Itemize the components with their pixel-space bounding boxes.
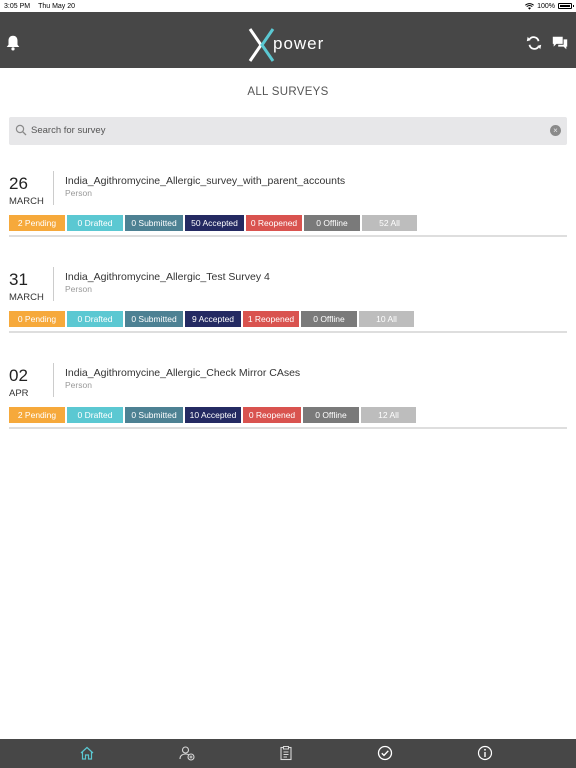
info-icon[interactable]	[477, 745, 493, 761]
pending-chip[interactable]: 0 Pending	[9, 311, 65, 327]
logo-text: power	[273, 34, 325, 53]
survey-day: 26	[9, 174, 28, 193]
clipboard-icon[interactable]	[278, 745, 294, 761]
drafted-chip[interactable]: 0 Drafted	[67, 407, 123, 423]
survey-type: Person	[65, 188, 92, 198]
survey-status-chips: 2 Pending 0 Drafted 0 Submitted 10 Accep…	[9, 407, 416, 423]
submitted-chip[interactable]: 0 Submitted	[125, 311, 183, 327]
drafted-chip[interactable]: 0 Drafted	[67, 215, 123, 231]
accepted-chip[interactable]: 10 Accepted	[185, 407, 241, 423]
search-icon	[15, 124, 27, 136]
all-chip[interactable]: 10 All	[359, 311, 414, 327]
sync-icon[interactable]	[525, 34, 543, 52]
survey-item[interactable]: 02 APR India_Agithromycine_Allergic_Chec…	[9, 349, 567, 429]
survey-day: 02	[9, 366, 28, 385]
bottom-tab-bar	[0, 739, 576, 768]
wifi-icon	[525, 2, 535, 10]
survey-month: MARCH	[9, 196, 44, 207]
survey-name[interactable]: India_Agithromycine_Allergic_survey_with…	[65, 175, 345, 187]
home-icon[interactable]	[79, 745, 95, 761]
battery-percent: 100%	[537, 2, 555, 10]
survey-status-chips: 2 Pending 0 Drafted 0 Submitted 50 Accep…	[9, 215, 417, 231]
reopened-chip[interactable]: 0 Reopened	[246, 215, 302, 231]
search-input[interactable]: Search for survey	[31, 125, 105, 136]
offline-chip[interactable]: 0 Offline	[301, 311, 357, 327]
accepted-chip[interactable]: 50 Accepted	[185, 215, 244, 231]
offline-chip[interactable]: 0 Offline	[303, 407, 359, 423]
survey-item[interactable]: 26 MARCH India_Agithromycine_Allergic_su…	[9, 157, 567, 237]
user-add-icon[interactable]	[179, 745, 195, 761]
survey-day: 31	[9, 270, 28, 289]
survey-type: Person	[65, 380, 92, 390]
survey-month: MARCH	[9, 292, 44, 303]
pending-chip[interactable]: 2 Pending	[9, 407, 65, 423]
pending-chip[interactable]: 2 Pending	[9, 215, 65, 231]
battery-icon	[558, 3, 574, 9]
bell-icon[interactable]	[4, 34, 22, 52]
submitted-chip[interactable]: 0 Submitted	[125, 407, 183, 423]
nav-bar: power	[0, 12, 576, 68]
survey-name[interactable]: India_Agithromycine_Allergic_Test Survey…	[65, 271, 270, 283]
all-chip[interactable]: 12 All	[361, 407, 416, 423]
chat-icon[interactable]	[551, 34, 569, 52]
survey-divider	[53, 267, 54, 301]
search-bar[interactable]: Search for survey ×	[9, 117, 567, 145]
status-date: Thu May 20	[38, 2, 76, 10]
survey-divider	[53, 363, 54, 397]
check-circle-icon[interactable]	[377, 745, 393, 761]
accepted-chip[interactable]: 9 Accepted	[185, 311, 241, 327]
clear-search-icon[interactable]: ×	[550, 125, 561, 136]
page-title: ALL SURVEYS	[247, 86, 329, 98]
status-time: 3:05 PM	[4, 2, 31, 10]
drafted-chip[interactable]: 0 Drafted	[67, 311, 123, 327]
survey-status-chips: 0 Pending 0 Drafted 0 Submitted 9 Accept…	[9, 311, 414, 327]
status-bar: 3:05 PM Thu May 20 100%	[0, 0, 576, 12]
all-chip[interactable]: 52 All	[362, 215, 417, 231]
survey-name[interactable]: India_Agithromycine_Allergic_Check Mirro…	[65, 367, 300, 379]
survey-divider	[53, 171, 54, 205]
reopened-chip[interactable]: 0 Reopened	[243, 407, 301, 423]
xpower-logo: power	[247, 27, 337, 63]
offline-chip[interactable]: 0 Offline	[304, 215, 360, 231]
survey-type: Person	[65, 284, 92, 294]
survey-item[interactable]: 31 MARCH India_Agithromycine_Allergic_Te…	[9, 253, 567, 333]
submitted-chip[interactable]: 0 Submitted	[125, 215, 183, 231]
reopened-chip[interactable]: 1 Reopened	[243, 311, 299, 327]
survey-month: APR	[9, 388, 29, 399]
